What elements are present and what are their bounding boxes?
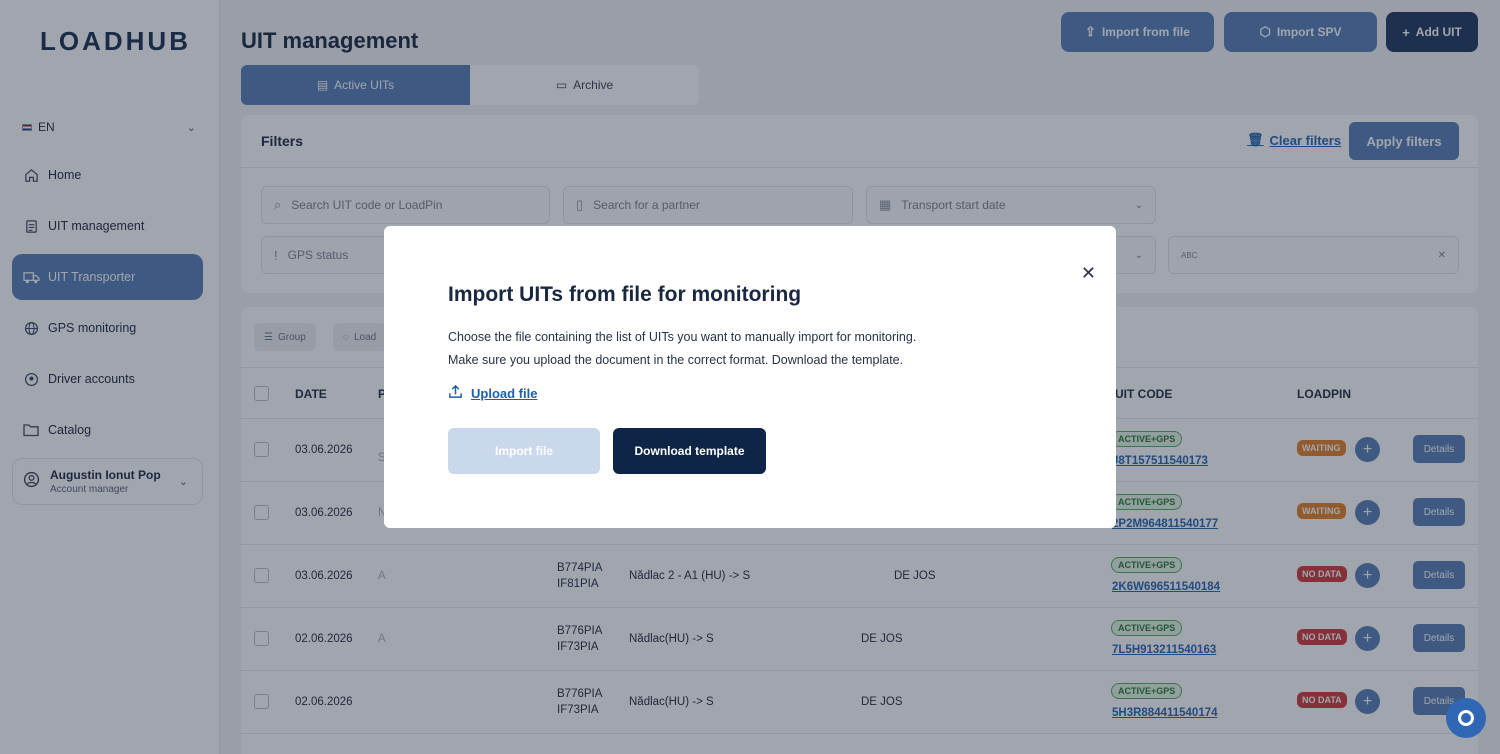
help-chat-button[interactable] xyxy=(1446,698,1486,738)
upload-file-link[interactable]: Upload file xyxy=(448,384,537,402)
modal-description-line-2: Make sure you upload the document in the… xyxy=(448,353,904,367)
close-icon[interactable]: ✕ xyxy=(1081,264,1096,282)
import-modal: ✕ Import UITs from file for monitoring C… xyxy=(384,226,1116,528)
modal-title: Import UITs from file for monitoring xyxy=(448,283,802,306)
import-file-button[interactable]: Import file xyxy=(448,428,600,474)
help-icon xyxy=(1458,710,1474,726)
modal-description-line-1: Choose the file containing the list of U… xyxy=(448,330,917,344)
upload-icon xyxy=(448,384,463,402)
download-template-button[interactable]: Download template xyxy=(613,428,766,474)
